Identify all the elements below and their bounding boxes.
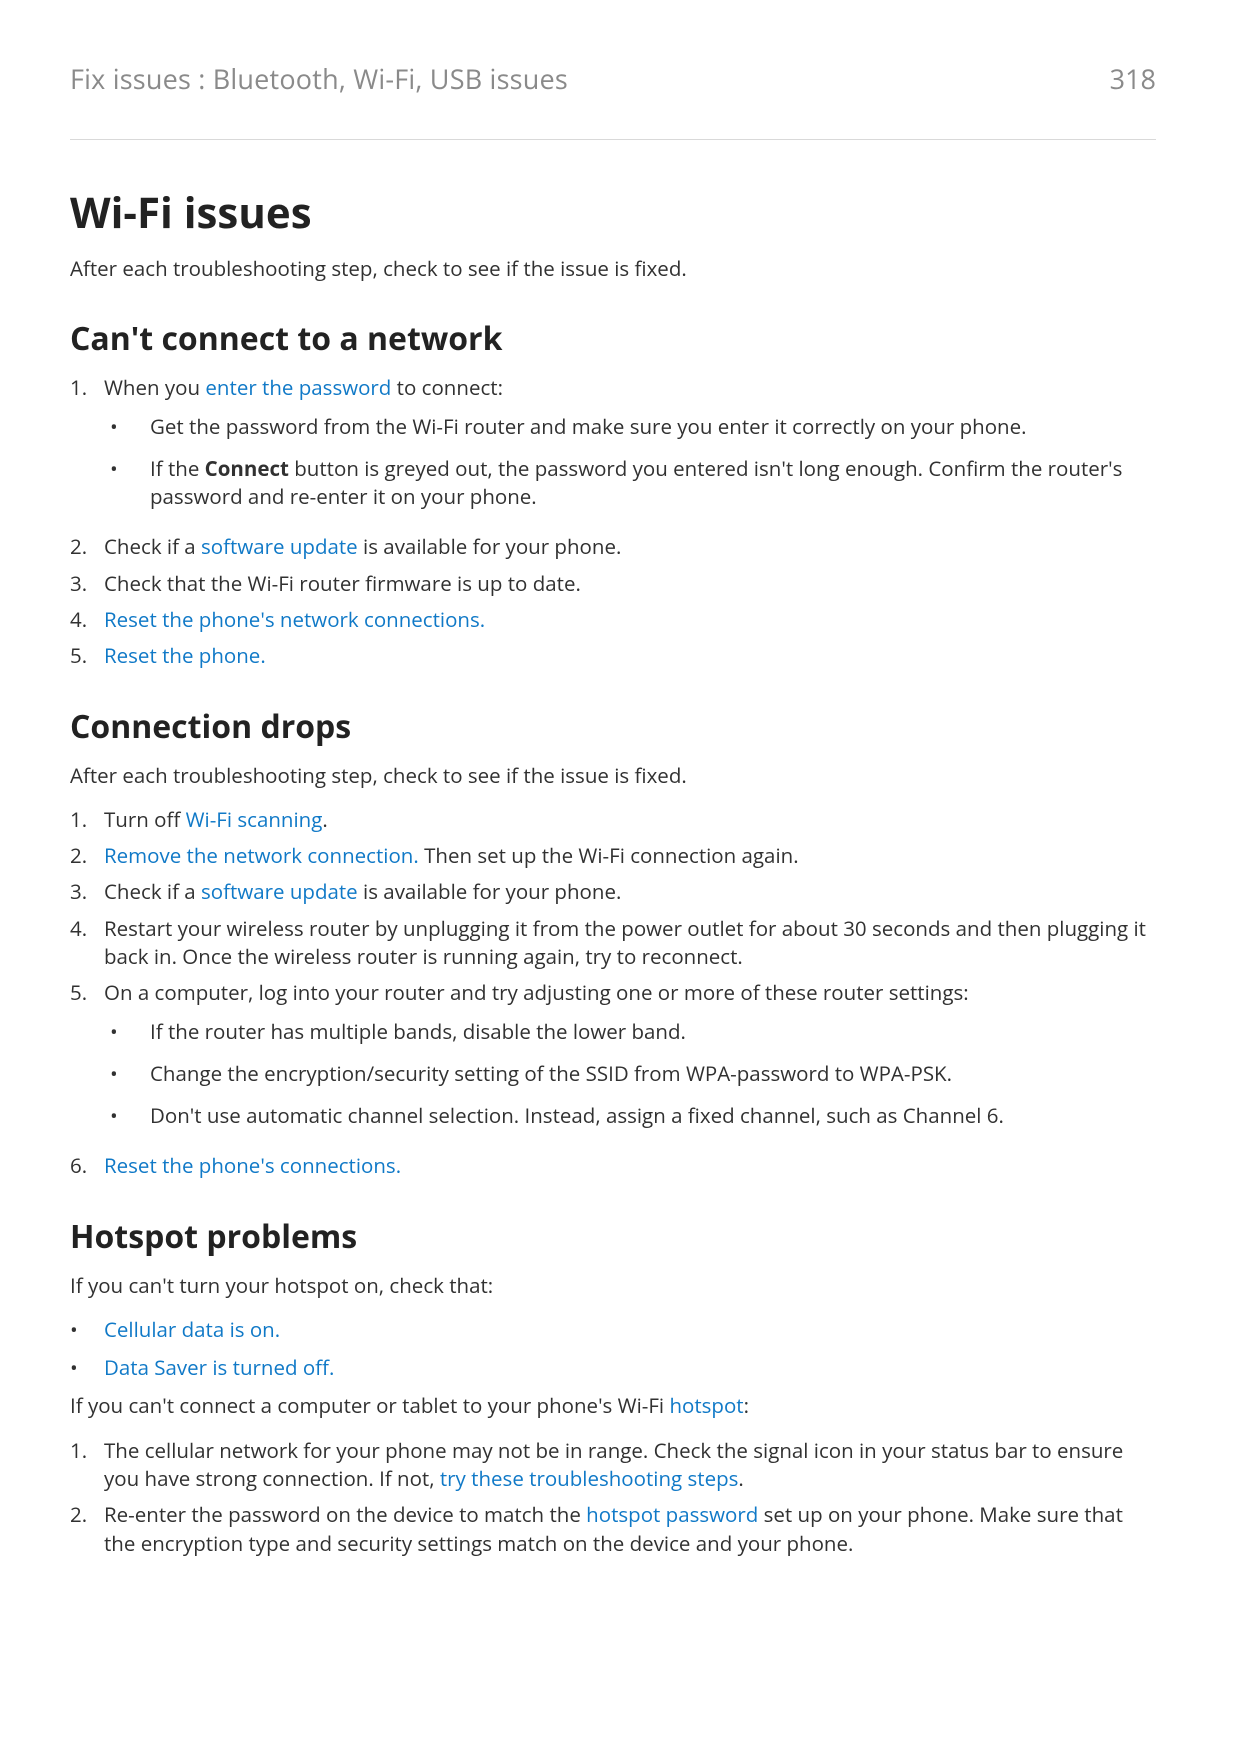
list-item: 1. Turn off Wi-Fi scanning. (70, 806, 1156, 834)
list-item: • If the Connect button is greyed out, t… (104, 455, 1156, 512)
list-item: • Data Saver is turned off. (70, 1354, 1156, 1382)
text: Re-enter the password on the device to m… (104, 1501, 586, 1529)
breadcrumb: Fix issues : Bluetooth, Wi-Fi, USB issue… (70, 60, 568, 97)
list-cant-connect: 1. When you enter the password to connec… (70, 374, 1156, 670)
bold-connect: Connect (205, 455, 289, 483)
list-item: 1. When you enter the password to connec… (70, 374, 1156, 525)
list-marker: 4. (70, 606, 104, 634)
list-hotspot-steps: 1. The cellular network for your phone m… (70, 1437, 1156, 1558)
section-heading-cant-connect: Can't connect to a network (70, 317, 1156, 360)
link-reset-connections[interactable]: Reset the phone's connections. (104, 1152, 401, 1180)
list-item: 2. Remove the network connection. Then s… (70, 842, 1156, 870)
list-item: • Cellular data is on. (70, 1316, 1156, 1344)
list-item: 2. Re-enter the password on the device t… (70, 1501, 1156, 1558)
section-heading-connection-drops: Connection drops (70, 705, 1156, 748)
text: Turn off (104, 806, 186, 834)
list-item: • Change the encryption/security setting… (104, 1060, 1156, 1088)
page-number: 318 (1110, 60, 1156, 97)
bullet-list-hotspot-checks: • Cellular data is on. • Data Saver is t… (70, 1316, 1156, 1383)
bullet-icon: • (70, 1354, 104, 1382)
list-marker: 1. (70, 374, 104, 402)
bullet-icon: • (104, 413, 150, 441)
sublist: • If the router has multiple bands, disa… (104, 1018, 1156, 1131)
text: Don't use automatic channel selection. I… (150, 1102, 1156, 1130)
list-item: • Get the password from the Wi-Fi router… (104, 413, 1156, 441)
list-marker: 3. (70, 570, 104, 598)
list-item: 4. Reset the phone's network connections… (70, 606, 1156, 634)
link-data-saver[interactable]: Data Saver is turned off. (104, 1354, 334, 1382)
text: If you can't connect a computer or table… (70, 1392, 669, 1420)
intro-text: After each troubleshooting step, check t… (70, 255, 1156, 283)
text: is available for your phone. (358, 533, 622, 561)
text: On a computer, log into your router and … (104, 979, 969, 1007)
link-troubleshooting-steps[interactable]: try these troubleshooting steps (440, 1465, 739, 1493)
text: When you (104, 374, 205, 402)
bullet-icon: • (104, 1018, 150, 1046)
bullet-icon: • (104, 1102, 150, 1130)
link-cellular-data[interactable]: Cellular data is on. (104, 1316, 280, 1344)
link-enter-password[interactable]: enter the password (205, 374, 391, 402)
list-item: • Don't use automatic channel selection.… (104, 1102, 1156, 1130)
list-item: 6. Reset the phone's connections. (70, 1152, 1156, 1180)
text: Change the encryption/security setting o… (150, 1060, 1156, 1088)
bullet-icon: • (104, 455, 150, 483)
header-divider (70, 139, 1156, 140)
text: If the router has multiple bands, disabl… (150, 1018, 1156, 1046)
list-item: 3. Check if a software update is availab… (70, 878, 1156, 906)
text: Check if a (104, 878, 201, 906)
list-item: 5. On a computer, log into your router a… (70, 979, 1156, 1144)
text: Get the password from the Wi-Fi router a… (150, 413, 1156, 441)
list-marker: 3. (70, 878, 104, 906)
link-reset-network[interactable]: Reset the phone's network connections. (104, 606, 485, 634)
list-marker: 2. (70, 842, 104, 870)
link-software-update[interactable]: software update (201, 533, 358, 561)
page-header: Fix issues : Bluetooth, Wi-Fi, USB issue… (70, 60, 1156, 97)
text: . (322, 806, 327, 834)
text: If you can't turn your hotspot on, check… (70, 1272, 1156, 1300)
list-marker: 1. (70, 806, 104, 834)
list-item: 2. Check if a software update is availab… (70, 533, 1156, 561)
section-heading-hotspot: Hotspot problems (70, 1215, 1156, 1258)
text: If you can't connect a computer or table… (70, 1392, 1156, 1420)
text: is available for your phone. (358, 878, 622, 906)
text: Restart your wireless router by unpluggi… (104, 915, 1156, 972)
link-remove-network[interactable]: Remove the network connection. (104, 842, 419, 870)
link-software-update[interactable]: software update (201, 878, 358, 906)
list-marker: 1. (70, 1437, 104, 1465)
text: If the (150, 455, 205, 483)
bullet-icon: • (104, 1060, 150, 1088)
list-marker: 5. (70, 642, 104, 670)
link-hotspot-password[interactable]: hotspot password (586, 1501, 758, 1529)
text: : (744, 1392, 749, 1420)
text: After each troubleshooting step, check t… (70, 762, 1156, 790)
text: Then set up the Wi-Fi connection again. (419, 842, 799, 870)
page-title: Wi-Fi issues (70, 184, 1156, 241)
sublist: • Get the password from the Wi-Fi router… (104, 413, 1156, 512)
list-item: 4. Restart your wireless router by unplu… (70, 915, 1156, 972)
link-reset-phone[interactable]: Reset the phone. (104, 642, 266, 670)
list-marker: 5. (70, 979, 104, 1007)
link-wifi-scanning[interactable]: Wi-Fi scanning (186, 806, 323, 834)
list-connection-drops: 1. Turn off Wi-Fi scanning. 2. Remove th… (70, 806, 1156, 1181)
list-item: 1. The cellular network for your phone m… (70, 1437, 1156, 1494)
list-item: 5. Reset the phone. (70, 642, 1156, 670)
text: Check if a (104, 533, 201, 561)
list-marker: 4. (70, 915, 104, 943)
text: button is greyed out, the password you e… (150, 455, 1122, 511)
list-marker: 2. (70, 533, 104, 561)
list-item: 3. Check that the Wi-Fi router firmware … (70, 570, 1156, 598)
text: . (738, 1465, 743, 1493)
list-item: • If the router has multiple bands, disa… (104, 1018, 1156, 1046)
list-marker: 6. (70, 1152, 104, 1180)
text: Check that the Wi-Fi router firmware is … (104, 570, 1156, 598)
text: to connect: (391, 374, 503, 402)
bullet-icon: • (70, 1316, 104, 1344)
list-marker: 2. (70, 1501, 104, 1529)
link-hotspot[interactable]: hotspot (669, 1392, 743, 1420)
